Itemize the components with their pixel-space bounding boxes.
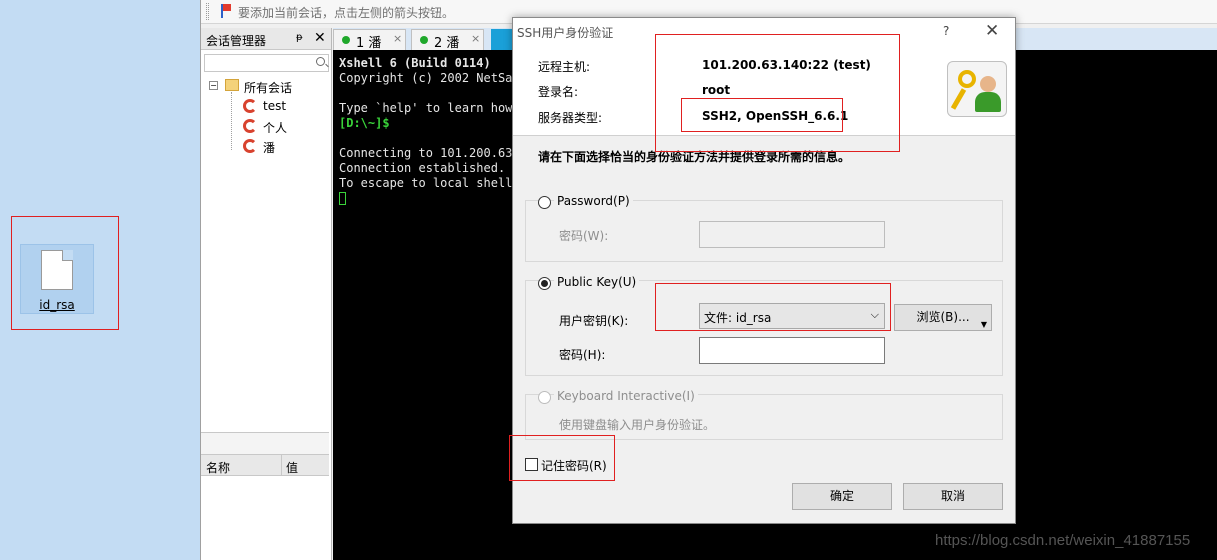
- server-type-value: SSH2, OpenSSH_6.6.1: [702, 109, 849, 123]
- close-panel-icon[interactable]: ✕: [314, 30, 326, 46]
- password-input[interactable]: [699, 221, 885, 248]
- remember-password-label[interactable]: 记住密码(R): [541, 457, 607, 474]
- watermark: https://blog.csdn.net/weixin_41887155: [935, 532, 1191, 549]
- passphrase-input[interactable]: [699, 337, 885, 364]
- session-manager-panel: 会话管理器 ᵽ ✕ − 所有会话 test 个人 潘 名称 值: [201, 28, 332, 560]
- session-manager-header: 会话管理器 ᵽ ✕: [201, 28, 331, 50]
- file-id-rsa[interactable]: id_rsa: [20, 244, 94, 314]
- password-label: 密码(W):: [559, 229, 609, 243]
- password-option-label[interactable]: Password(P): [554, 194, 633, 208]
- ok-button[interactable]: 确定: [792, 483, 892, 510]
- remote-host-label: 远程主机:: [538, 60, 591, 74]
- password-radio[interactable]: [538, 196, 551, 209]
- props-value-header[interactable]: 值: [286, 459, 298, 476]
- passphrase-label: 密码(H):: [559, 348, 606, 362]
- toolbar-grip[interactable]: [206, 3, 209, 20]
- tab-label: 1 潘: [356, 36, 382, 51]
- keyboard-radio[interactable]: [538, 391, 551, 404]
- collapse-icon[interactable]: −: [209, 81, 218, 90]
- session-icon: [243, 119, 257, 133]
- session-label: test: [263, 99, 287, 113]
- session-item-personal[interactable]: 个人: [201, 116, 332, 136]
- session-search-input[interactable]: [204, 54, 329, 72]
- dialog-title: SSH用户身份验证: [517, 26, 614, 40]
- connected-dot-icon: [420, 36, 428, 44]
- user-key-select[interactable]: 文件: id_rsa ⌵: [699, 303, 885, 329]
- session-item-test[interactable]: test: [201, 96, 332, 116]
- browse-button[interactable]: 浏览(B)... ▼: [894, 304, 992, 331]
- login-value: root: [702, 83, 731, 97]
- flag-icon[interactable]: [221, 4, 231, 18]
- properties-header: 名称 值: [201, 454, 329, 476]
- tab-close-icon[interactable]: ×: [393, 32, 402, 45]
- pin-icon[interactable]: ᵽ: [296, 32, 303, 43]
- session-tree: − 所有会话 test 个人 潘: [201, 76, 332, 156]
- folder-icon: [225, 79, 239, 91]
- help-icon[interactable]: ?: [943, 24, 949, 38]
- file-icon: [41, 250, 73, 290]
- tab-session-1[interactable]: 1 潘 ×: [333, 29, 406, 51]
- session-manager-title: 会话管理器: [206, 34, 267, 48]
- user-key-value: 文件: id_rsa: [704, 311, 772, 325]
- dialog-titlebar[interactable]: SSH用户身份验证 ? ✕: [513, 18, 1015, 48]
- file-label: id_rsa: [39, 298, 75, 312]
- remember-password-checkbox[interactable]: [525, 458, 538, 471]
- connection-info: 远程主机: 101.200.63.140:22 (test) 登录名: root…: [513, 48, 1015, 136]
- tree-root[interactable]: − 所有会话: [201, 76, 332, 150]
- tab-close-icon[interactable]: ×: [471, 32, 480, 45]
- login-label: 登录名:: [538, 85, 579, 99]
- tab-label: 2 潘: [434, 36, 460, 51]
- close-icon[interactable]: ✕: [985, 21, 999, 41]
- cancel-button[interactable]: 取消: [903, 483, 1003, 510]
- panel-splitter[interactable]: [201, 432, 329, 454]
- server-type-label: 服务器类型:: [538, 111, 603, 125]
- column-divider[interactable]: [281, 455, 282, 475]
- hint-text: 要添加当前会话，点击左侧的箭头按钮。: [238, 6, 455, 20]
- props-name-header[interactable]: 名称: [206, 459, 230, 476]
- chevron-down-icon[interactable]: ⌵: [871, 308, 879, 322]
- session-icon: [243, 99, 257, 113]
- publickey-option-label[interactable]: Public Key(U): [554, 275, 640, 289]
- ssh-auth-dialog: SSH用户身份验证 ? ✕ 远程主机: 101.200.63.140:22 (t…: [512, 17, 1016, 524]
- keyboard-option-label[interactable]: Keyboard Interactive(I): [554, 389, 698, 403]
- tab-session-3[interactable]: [491, 29, 513, 50]
- session-label: 潘: [263, 141, 276, 155]
- tree-root-label: 所有会话: [244, 81, 293, 95]
- browse-label: 浏览(B)...: [916, 310, 970, 324]
- keyboard-description: 使用键盘输入用户身份验证。: [559, 418, 716, 432]
- desktop: id_rsa: [0, 0, 200, 560]
- user-key-label: 用户密钥(K):: [559, 314, 629, 328]
- dropdown-icon[interactable]: ▼: [981, 312, 987, 337]
- session-label: 个人: [263, 121, 288, 135]
- session-item-pan[interactable]: 潘: [201, 136, 332, 156]
- session-icon: [243, 139, 257, 153]
- key-user-icon: [947, 61, 1007, 117]
- search-icon[interactable]: [316, 57, 325, 66]
- remote-host-value: 101.200.63.140:22 (test): [702, 58, 871, 72]
- tab-session-2[interactable]: 2 潘 ×: [411, 29, 484, 51]
- publickey-radio[interactable]: [538, 277, 551, 290]
- instruction-text: 请在下面选择恰当的身份验证方法并提供登录所需的信息。: [538, 150, 851, 164]
- connected-dot-icon: [342, 36, 350, 44]
- terminal-cursor: [339, 192, 346, 205]
